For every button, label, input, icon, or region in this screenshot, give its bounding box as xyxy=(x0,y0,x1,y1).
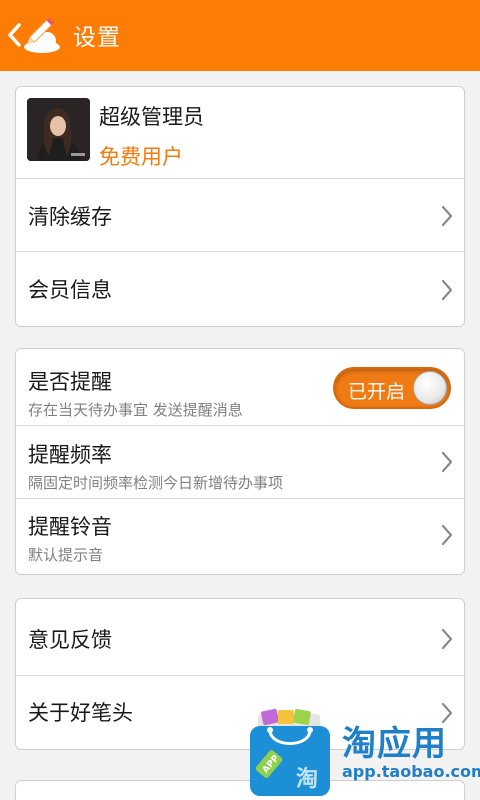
avatar-photo-icon xyxy=(27,98,90,161)
toggle-knob xyxy=(413,371,447,405)
avatar xyxy=(27,98,90,161)
list-item-label: 是否提醒 xyxy=(28,370,112,394)
profile-row[interactable]: 超级管理员 免费用户 xyxy=(16,87,464,178)
store-name: 淘应用 xyxy=(342,724,447,764)
list-item-description: 隔固定时间频率检测今日新增待办事项 xyxy=(28,474,284,492)
taobao-glyph: 淘 xyxy=(296,766,318,792)
chevron-right-icon xyxy=(441,451,453,473)
chevron-right-icon xyxy=(441,279,453,301)
reminder-toggle[interactable]: 已开启 xyxy=(333,367,451,409)
account-card: 超级管理员 免费用户 清除缓存 会员信息 xyxy=(15,86,465,327)
list-item-member-info[interactable]: 会员信息 xyxy=(16,251,464,326)
list-item-label: 会员信息 xyxy=(28,278,112,302)
reminder-toggle-row: 是否提醒 存在当天待办事宜 发送提醒消息 已开启 xyxy=(16,349,464,425)
page-title: 设置 xyxy=(73,25,121,51)
reminder-card: 是否提醒 存在当天待办事宜 发送提醒消息 已开启 提醒频率 隔固定时间频率检测今… xyxy=(15,348,465,575)
shopping-bag-icon: APP 淘 xyxy=(250,708,330,796)
list-item-reminder-frequency[interactable]: 提醒频率 隔固定时间频率检测今日新增待办事项 xyxy=(16,425,464,498)
chevron-right-icon xyxy=(441,628,453,650)
user-tier: 免费用户 xyxy=(99,145,183,169)
chevron-right-icon xyxy=(441,205,453,227)
store-url: app.taobao.com xyxy=(342,762,480,781)
list-item-description: 默认提示音 xyxy=(28,546,104,564)
list-item-label: 清除缓存 xyxy=(28,205,112,229)
list-item-description: 存在当天待办事宜 发送提醒消息 xyxy=(28,401,243,419)
store-watermark: APP 淘 淘应用 app.taobao.com xyxy=(242,704,480,800)
pencil-cloud-icon xyxy=(24,17,60,53)
list-item-clear-cache[interactable]: 清除缓存 xyxy=(16,178,464,251)
user-name: 超级管理员 xyxy=(99,105,204,129)
list-item-label: 关于好笔头 xyxy=(28,701,133,725)
list-item-label: 意见反馈 xyxy=(28,628,112,652)
list-item-label: 提醒铃音 xyxy=(28,515,112,539)
back-button[interactable] xyxy=(6,14,64,56)
list-item-feedback[interactable]: 意见反馈 xyxy=(16,599,464,675)
list-item-label: 提醒频率 xyxy=(28,443,112,467)
app-header: 设置 xyxy=(0,0,480,71)
toggle-label: 已开启 xyxy=(348,381,406,403)
list-item-reminder-ringtone[interactable]: 提醒铃音 默认提示音 xyxy=(16,498,464,574)
chevron-right-icon xyxy=(441,524,453,546)
